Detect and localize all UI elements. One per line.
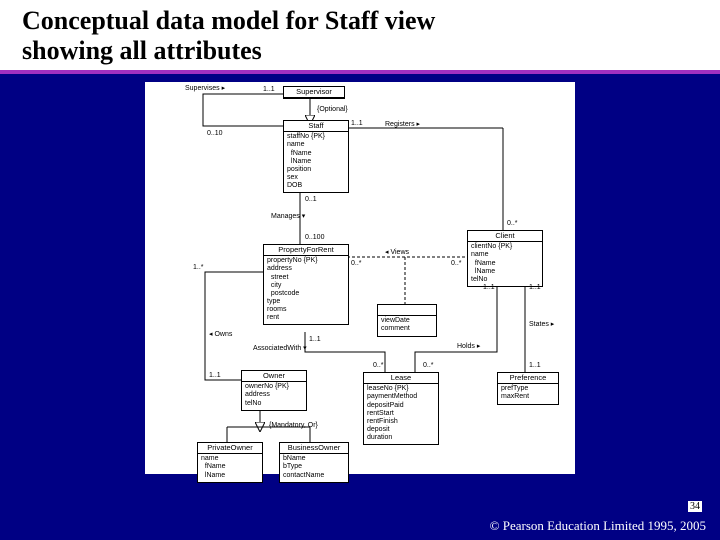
entity-viewing-attrs-hdr bbox=[378, 305, 436, 316]
title-underline bbox=[0, 70, 720, 74]
entity-staff-attrs: staffNo {PK} name fName lName position s… bbox=[284, 132, 348, 191]
mult-assoc-1-1: 1..1 bbox=[309, 336, 321, 343]
entity-client-name: Client bbox=[468, 231, 542, 243]
label-associated: AssociatedWith ▾ bbox=[253, 344, 307, 352]
entity-preference-attrs: prefType maxRent bbox=[498, 384, 558, 403]
entity-lease: Lease leaseNo {PK} paymentMethod deposit… bbox=[363, 372, 439, 445]
entity-business-owner-attrs: bName bType contactName bbox=[280, 454, 348, 481]
diagram-canvas: Supervisor Staff staffNo {PK} name fName… bbox=[145, 82, 575, 474]
entity-owner: Owner ownerNo {PK} address telNo bbox=[241, 370, 307, 411]
entity-client-attrs: clientNo {PK} name fName lName telNo bbox=[468, 242, 542, 285]
entity-private-owner-name: PrivateOwner bbox=[198, 443, 262, 455]
copyright: © Pearson Education Limited 1995, 2005 bbox=[490, 518, 706, 534]
entity-lease-name: Lease bbox=[364, 373, 438, 385]
mult-sup-1-1: 1..1 bbox=[263, 86, 275, 93]
entity-property-attrs: propertyNo {PK} address street city post… bbox=[264, 256, 348, 323]
label-owns: ◂ Owns bbox=[209, 330, 232, 338]
label-registers: Registers ▸ bbox=[385, 120, 420, 128]
label-mandatory: {Mandatory, Or} bbox=[269, 422, 318, 429]
mult-states-1-1: 1..1 bbox=[529, 284, 541, 291]
entity-supervisor-name: Supervisor bbox=[284, 87, 344, 99]
mult-reg-1-1: 1..1 bbox=[351, 120, 363, 127]
mult-man-0-100: 0..100 bbox=[305, 234, 324, 241]
mult-own-1-1: 1..1 bbox=[209, 372, 221, 379]
label-views: ◂ Views bbox=[385, 248, 409, 256]
entity-property-name: PropertyForRent bbox=[264, 245, 348, 257]
entity-lease-attrs: leaseNo {PK} paymentMethod depositPaid r… bbox=[364, 384, 438, 443]
entity-preference: Preference prefType maxRent bbox=[497, 372, 559, 405]
entity-viewing-attrs: viewDate comment bbox=[378, 315, 436, 335]
entity-supervisor: Supervisor bbox=[283, 86, 345, 100]
entity-property: PropertyForRent propertyNo {PK} address … bbox=[263, 244, 349, 325]
page-number: 34 bbox=[688, 501, 702, 512]
entity-client: Client clientNo {PK} name fName lName te… bbox=[467, 230, 543, 287]
label-optional: {Optional} bbox=[317, 106, 348, 113]
mult-assoc-0-s: 0..* bbox=[373, 362, 384, 369]
mult-reg-0-s: 0..* bbox=[507, 220, 518, 227]
title-line-1: Conceptual data model for Staff view bbox=[22, 6, 435, 35]
mult-sup-0-10: 0..10 bbox=[207, 130, 223, 137]
label-states: States ▸ bbox=[529, 320, 554, 328]
mult-holds-1-1: 1..1 bbox=[483, 284, 495, 291]
mult-holds-0-s: 0..* bbox=[423, 362, 434, 369]
entity-staff: Staff staffNo {PK} name fName lName posi… bbox=[283, 120, 349, 193]
entity-staff-name: Staff bbox=[284, 121, 348, 133]
mult-view-0-s-l: 0..* bbox=[351, 260, 362, 267]
entity-preference-name: Preference bbox=[498, 373, 558, 385]
entity-viewing: viewDate comment bbox=[377, 304, 437, 337]
entity-private-owner: PrivateOwner name fName lName bbox=[197, 442, 263, 483]
mult-own-1-s: 1..* bbox=[193, 264, 204, 271]
entity-business-owner-name: BusinessOwner bbox=[280, 443, 348, 455]
mult-view-0-s-r: 0..* bbox=[451, 260, 462, 267]
entity-private-owner-attrs: name fName lName bbox=[198, 454, 262, 481]
label-holds: Holds ▸ bbox=[457, 342, 480, 350]
label-manages: Manages ▾ bbox=[271, 212, 305, 220]
mult-man-0-1: 0..1 bbox=[305, 196, 317, 203]
entity-owner-name: Owner bbox=[242, 371, 306, 383]
title-line-2: showing all attributes bbox=[22, 36, 262, 65]
entity-owner-attrs: ownerNo {PK} address telNo bbox=[242, 382, 306, 409]
slide-title: Conceptual data model for Staff view sho… bbox=[0, 0, 720, 70]
mult-states-1-1b: 1..1 bbox=[529, 362, 541, 369]
entity-business-owner: BusinessOwner bName bType contactName bbox=[279, 442, 349, 483]
label-supervises: Supervises ▸ bbox=[185, 84, 225, 92]
